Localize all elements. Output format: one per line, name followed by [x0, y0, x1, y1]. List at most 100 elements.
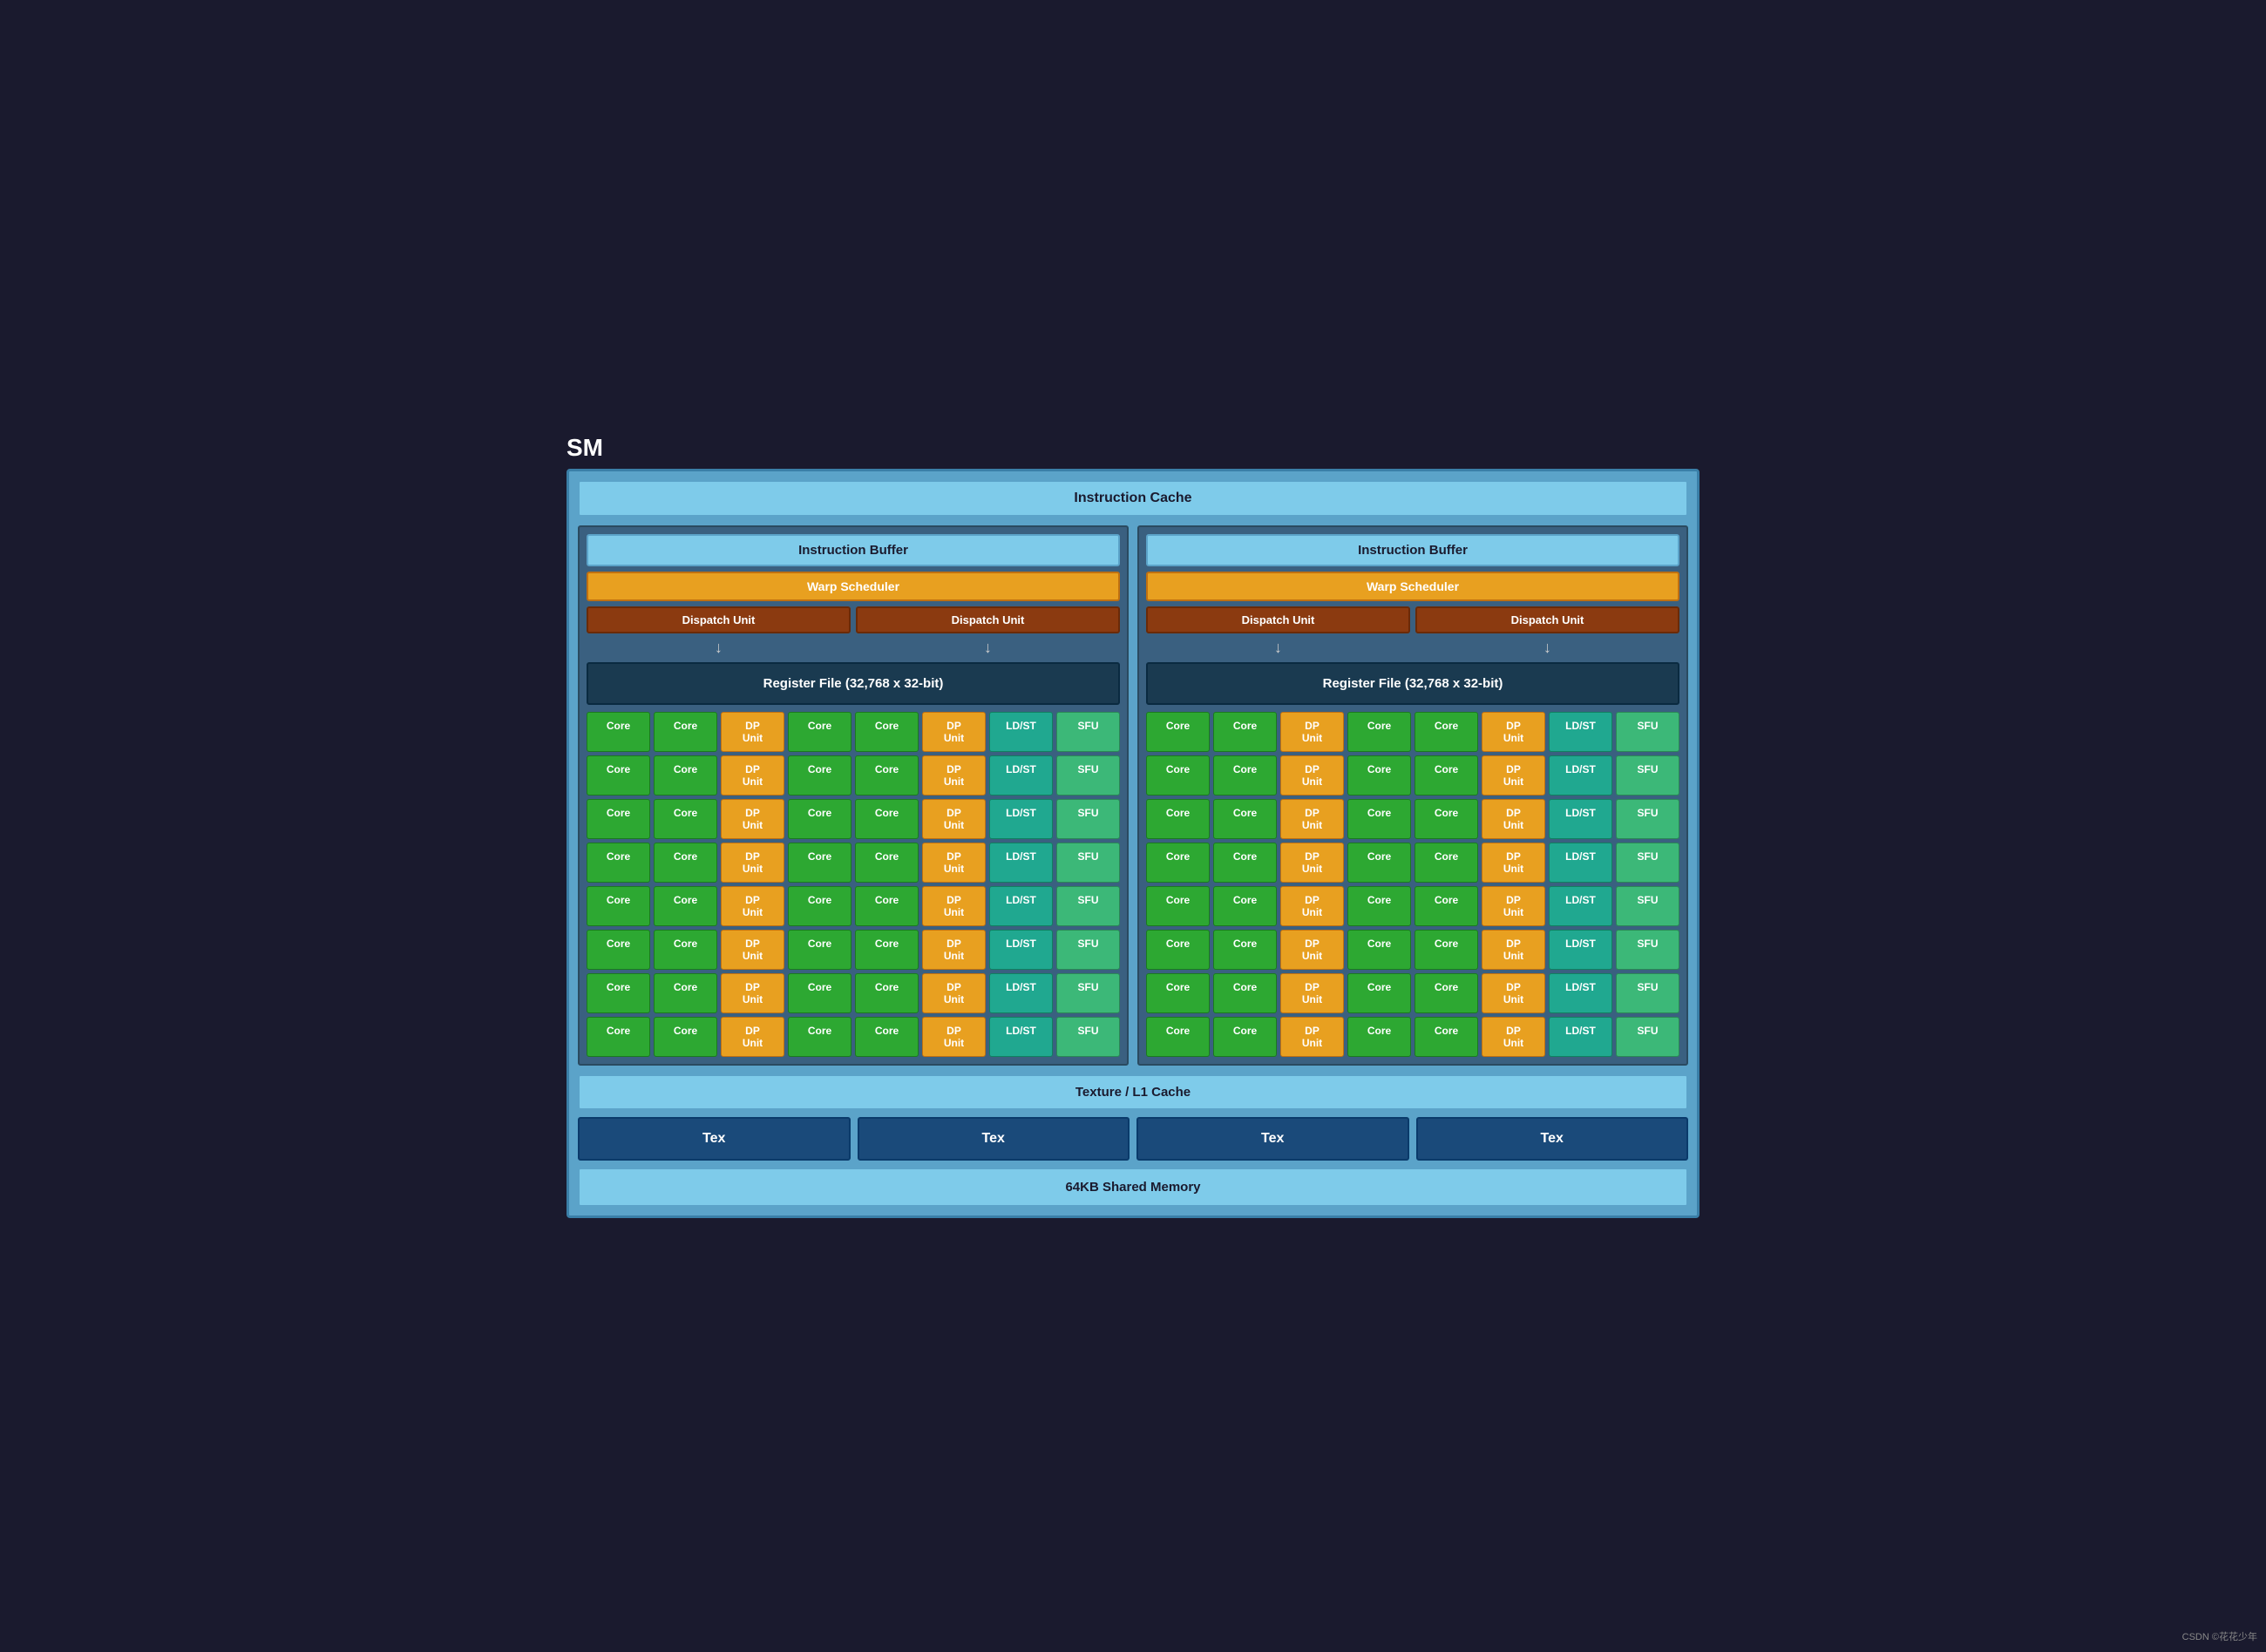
core-cell: Core	[1213, 843, 1277, 883]
core-cell: Core	[1415, 973, 1478, 1013]
core-cell: Core	[855, 799, 919, 839]
ldst-cell: LD/ST	[989, 930, 1053, 970]
ldst-cell: LD/ST	[989, 755, 1053, 796]
instruction-cache: Instruction Cache	[578, 480, 1688, 517]
dp-unit-cell: DPUnit	[1482, 886, 1545, 926]
right-instruction-buffer: Instruction Buffer	[1146, 534, 1679, 566]
core-cell: Core	[855, 1017, 919, 1057]
sfu-cell: SFU	[1056, 712, 1120, 752]
right-core-grid: Core Core DPUnit Core Core DPUnit LD/ST …	[1146, 712, 1679, 1057]
core-cell: Core	[1146, 843, 1210, 883]
sfu-cell: SFU	[1056, 886, 1120, 926]
core-cell: Core	[1213, 799, 1277, 839]
tex-row: Tex Tex Tex Tex	[578, 1117, 1688, 1161]
ldst-cell: LD/ST	[1549, 973, 1612, 1013]
sfu-cell: SFU	[1056, 1017, 1120, 1057]
core-cell: Core	[1146, 712, 1210, 752]
core-cell: Core	[855, 843, 919, 883]
dp-unit-cell: DPUnit	[1280, 712, 1344, 752]
shared-memory: 64KB Shared Memory	[578, 1168, 1688, 1207]
core-cell: Core	[587, 1017, 650, 1057]
tex-unit-3: Tex	[1136, 1117, 1409, 1161]
right-arrow-1: ↓	[1146, 639, 1410, 657]
dp-unit-cell: DPUnit	[1280, 973, 1344, 1013]
sfu-cell: SFU	[1616, 1017, 1679, 1057]
dp-unit-cell: DPUnit	[922, 1017, 986, 1057]
dp-unit-cell: DPUnit	[1482, 843, 1545, 883]
core-cell: Core	[788, 843, 851, 883]
dp-unit-cell: DPUnit	[922, 973, 986, 1013]
ldst-cell: LD/ST	[989, 712, 1053, 752]
core-cell: Core	[654, 843, 717, 883]
core-cell: Core	[788, 886, 851, 926]
core-cell: Core	[654, 755, 717, 796]
sfu-cell: SFU	[1616, 755, 1679, 796]
left-dispatch-arrows: ↓ ↓	[587, 639, 1120, 657]
core-cell: Core	[1347, 886, 1411, 926]
core-cell: Core	[1213, 755, 1277, 796]
sm-outer: Instruction Cache Instruction Buffer War…	[566, 469, 1700, 1218]
core-cell: Core	[788, 1017, 851, 1057]
sfu-cell: SFU	[1056, 930, 1120, 970]
core-cell: Core	[788, 930, 851, 970]
core-cell: Core	[855, 886, 919, 926]
tex-unit-1: Tex	[578, 1117, 851, 1161]
core-cell: Core	[1213, 1017, 1277, 1057]
core-cell: Core	[1415, 886, 1478, 926]
ldst-cell: LD/ST	[1549, 843, 1612, 883]
right-dispatch-arrows: ↓ ↓	[1146, 639, 1679, 657]
left-warp-scheduler: Warp Scheduler	[587, 572, 1120, 601]
core-cell: Core	[788, 973, 851, 1013]
dp-unit-cell: DPUnit	[922, 886, 986, 926]
sfu-cell: SFU	[1616, 843, 1679, 883]
ldst-cell: LD/ST	[1549, 1017, 1612, 1057]
core-cell: Core	[654, 973, 717, 1013]
watermark: CSDN ©花花少年	[2182, 1629, 2257, 1643]
tex-unit-4: Tex	[1416, 1117, 1689, 1161]
core-cell: Core	[1213, 886, 1277, 926]
right-register-file: Register File (32,768 x 32-bit)	[1146, 662, 1679, 705]
ldst-cell: LD/ST	[1549, 799, 1612, 839]
sfu-cell: SFU	[1056, 973, 1120, 1013]
dp-unit-cell: DPUnit	[721, 843, 784, 883]
core-cell: Core	[654, 886, 717, 926]
core-cell: Core	[1213, 712, 1277, 752]
left-dispatch-row: Dispatch Unit Dispatch Unit	[587, 606, 1120, 633]
core-cell: Core	[1415, 799, 1478, 839]
two-halves: Instruction Buffer Warp Scheduler Dispat…	[578, 525, 1688, 1066]
right-arrow-2: ↓	[1415, 639, 1679, 657]
core-cell: Core	[788, 799, 851, 839]
dp-unit-cell: DPUnit	[922, 799, 986, 839]
core-cell: Core	[1213, 930, 1277, 970]
dp-unit-cell: DPUnit	[1280, 755, 1344, 796]
dp-unit-cell: DPUnit	[721, 886, 784, 926]
core-cell: Core	[587, 799, 650, 839]
dp-unit-cell: DPUnit	[1280, 1017, 1344, 1057]
core-cell: Core	[788, 712, 851, 752]
core-cell: Core	[855, 973, 919, 1013]
dp-unit-cell: DPUnit	[922, 755, 986, 796]
left-dispatch-unit-1: Dispatch Unit	[587, 606, 851, 633]
sfu-cell: SFU	[1616, 973, 1679, 1013]
sfu-cell: SFU	[1616, 930, 1679, 970]
core-cell: Core	[587, 843, 650, 883]
core-cell: Core	[1347, 712, 1411, 752]
core-cell: Core	[1146, 930, 1210, 970]
core-cell: Core	[654, 1017, 717, 1057]
right-dispatch-unit-1: Dispatch Unit	[1146, 606, 1410, 633]
ldst-cell: LD/ST	[1549, 886, 1612, 926]
core-cell: Core	[1347, 973, 1411, 1013]
core-cell: Core	[1146, 1017, 1210, 1057]
core-cell: Core	[1415, 1017, 1478, 1057]
core-cell: Core	[1347, 755, 1411, 796]
sfu-cell: SFU	[1056, 843, 1120, 883]
ldst-cell: LD/ST	[989, 973, 1053, 1013]
left-register-file: Register File (32,768 x 32-bit)	[587, 662, 1120, 705]
dp-unit-cell: DPUnit	[1280, 930, 1344, 970]
ldst-cell: LD/ST	[1549, 712, 1612, 752]
core-cell: Core	[855, 712, 919, 752]
core-cell: Core	[1347, 799, 1411, 839]
core-cell: Core	[1415, 930, 1478, 970]
left-half: Instruction Buffer Warp Scheduler Dispat…	[578, 525, 1129, 1066]
core-cell: Core	[1146, 755, 1210, 796]
